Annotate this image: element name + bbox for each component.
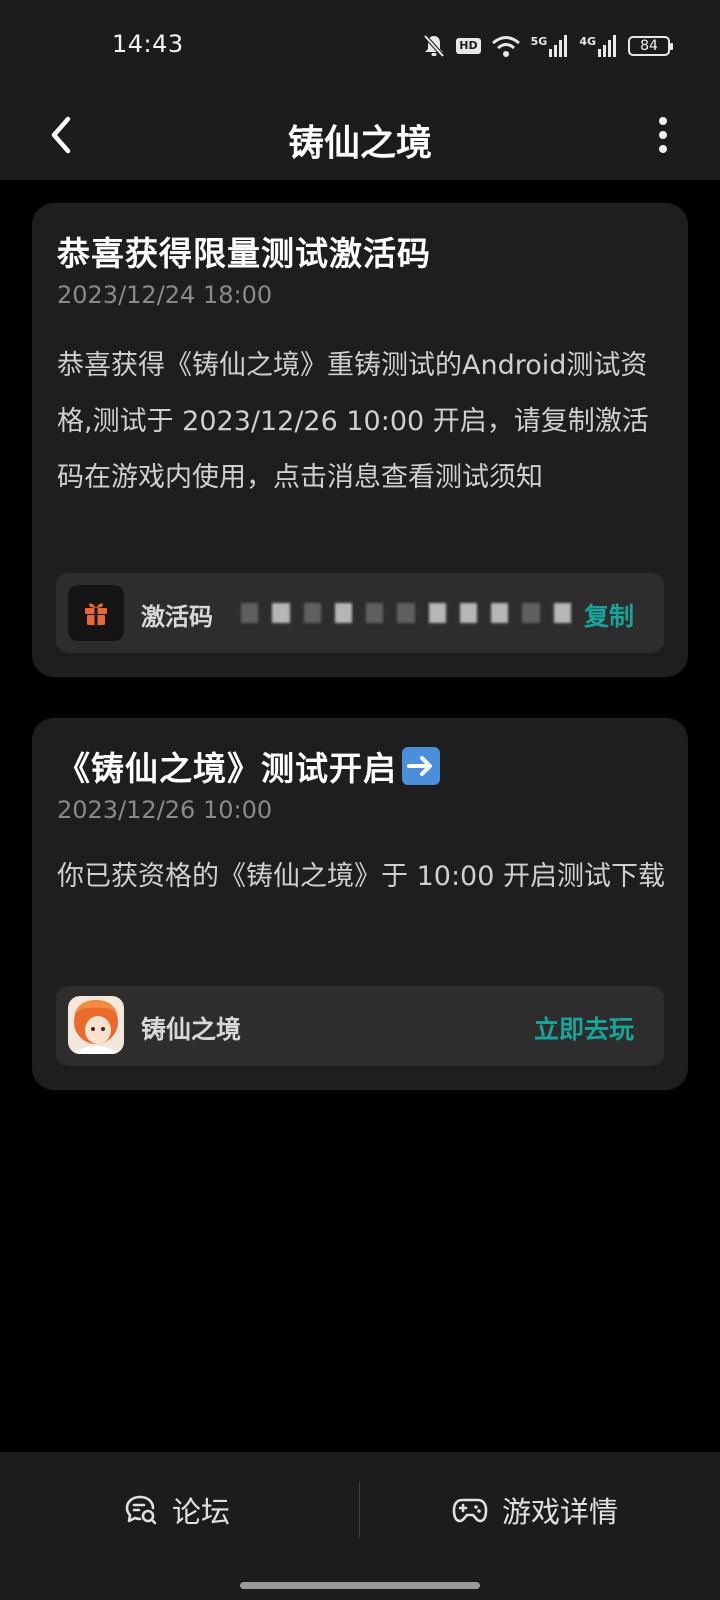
game-details-tab[interactable]: 游戏详情	[452, 1480, 618, 1540]
wifi-icon	[491, 36, 520, 57]
gamepad-icon	[452, 1498, 488, 1523]
tab-divider	[359, 1482, 360, 1538]
status-time: 14:43	[112, 30, 184, 58]
game-name: 铸仙之境	[141, 1015, 242, 1044]
message-title: 《铸仙之境》测试开启	[57, 749, 397, 788]
forum-tab[interactable]: 论坛	[124, 1480, 230, 1540]
page-title: 铸仙之境	[287, 123, 432, 164]
activation-code-value-redacted	[231, 591, 571, 635]
message-date: 2023/12/26 10:00	[57, 796, 273, 824]
message-date: 2023/12/24 18:00	[57, 281, 273, 309]
arrow-right-emoji-icon	[402, 747, 440, 785]
signal-4g: 4G	[579, 35, 618, 57]
chat-search-icon	[125, 1495, 157, 1525]
game-row[interactable]: 铸仙之境 立即去玩	[56, 986, 664, 1066]
message-body: 你已获资格的《铸仙之境》于 10:00 开启测试下载	[57, 861, 665, 892]
message-card-test-open[interactable]: 《铸仙之境》测试开启 2023/12/26 10:00 你已获资格的《铸仙之境》…	[32, 718, 688, 1090]
game-details-tab-label: 游戏详情	[502, 1495, 619, 1529]
bottom-bar: 论坛 游戏详情	[0, 1452, 720, 1600]
activation-code-label: 激活码	[141, 603, 213, 631]
net-type-label: 4G	[579, 35, 596, 48]
play-now-button[interactable]: 立即去玩	[534, 1010, 634, 1046]
more-options-button[interactable]	[648, 108, 678, 162]
status-bar: 14:43 HD 5G 4G 84	[0, 0, 720, 90]
game-avatar	[68, 996, 124, 1054]
status-icons: HD 5G 4G 84	[422, 32, 673, 60]
more-vertical-icon	[659, 117, 667, 125]
message-card-activation[interactable]: 恭喜获得限量测试激活码 2023/12/24 18:00 恭喜获得《铸仙之境》重…	[32, 203, 688, 677]
copy-code-button[interactable]: 复制	[584, 597, 634, 633]
net-type-label: 5G	[530, 35, 548, 48]
gift-icon	[68, 585, 124, 641]
battery-icon: 84	[628, 36, 673, 56]
signal-icon	[598, 35, 616, 57]
forum-tab-label: 论坛	[172, 1495, 231, 1529]
signal-5g: 5G	[531, 35, 570, 57]
app-header: 铸仙之境	[0, 90, 720, 180]
home-indicator[interactable]	[240, 1582, 480, 1589]
mute-icon	[423, 34, 445, 58]
signal-icon	[549, 35, 568, 57]
hd-badge: HD	[456, 38, 481, 54]
activation-code-row: 激活码 复制	[56, 573, 664, 653]
message-title-row: 《铸仙之境》测试开启	[57, 742, 441, 790]
message-title: 恭喜获得限量测试激活码	[57, 234, 431, 273]
message-body: 恭喜获得《铸仙之境》重铸测试的Android测试资格,测试于 2023/12/2…	[57, 350, 649, 493]
